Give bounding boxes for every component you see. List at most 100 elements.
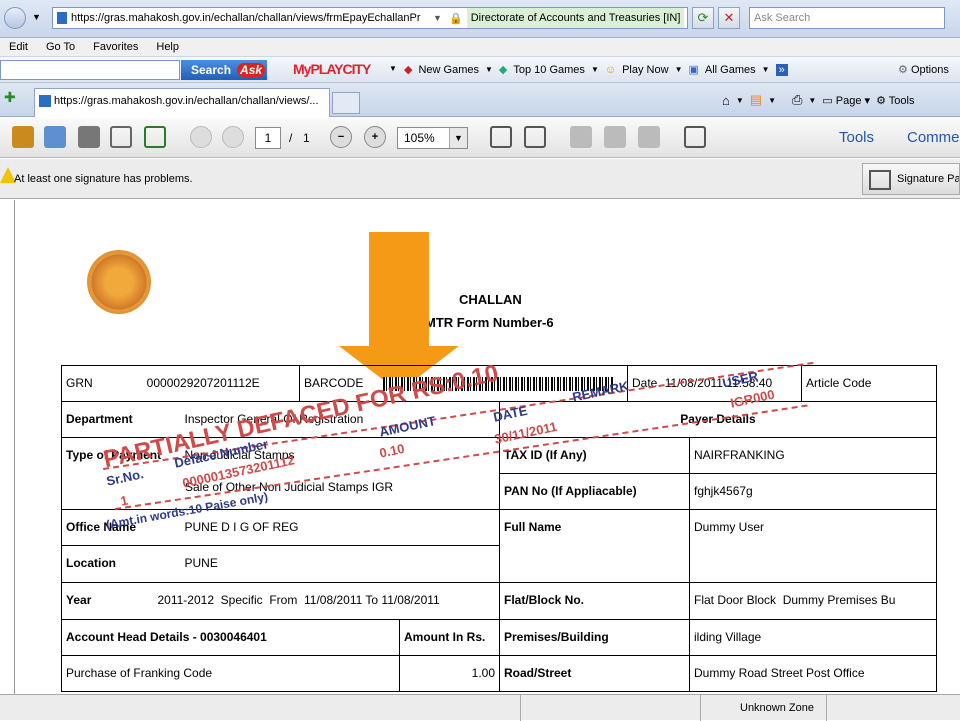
account-head-label: Account Head Details - 0030046401: [66, 630, 267, 644]
flat-label: Flat/Block No.: [504, 593, 585, 607]
full-name-value: Dummy User: [694, 520, 765, 534]
print-pdf-icon[interactable]: [78, 126, 100, 148]
logo-dropdown-icon[interactable]: ▼: [389, 64, 397, 73]
tax-id-label: TAX ID (If Any): [504, 448, 587, 462]
tools-pane-button[interactable]: Tools: [839, 129, 874, 146]
pdf-page: CHALLAN MTR Form Number-6 GRN 00000292072…: [14, 200, 960, 694]
refresh-icon[interactable]: ⟳: [692, 7, 714, 29]
location-value: PUNE: [184, 556, 218, 570]
menu-bar: Edit Go To Favorites Help: [0, 38, 960, 57]
ask-logo: Ask: [237, 63, 266, 77]
security-zone: Unknown Zone: [740, 702, 814, 714]
fit-width-icon[interactable]: [524, 126, 546, 148]
full-name-label: Full Name: [504, 520, 562, 534]
zoom-dropdown-icon[interactable]: ▼: [449, 128, 467, 148]
search-input[interactable]: Ask Search: [749, 7, 945, 29]
signature-panel-button[interactable]: Signature Pa: [862, 163, 960, 195]
purchase-amount: 1.00: [471, 666, 495, 680]
next-page-icon[interactable]: [222, 126, 244, 148]
comment-icon[interactable]: [570, 126, 592, 148]
arrow-shaft: [369, 232, 429, 350]
premises-label: Premises/Building: [504, 630, 609, 644]
department-label: Department: [66, 412, 133, 426]
signature-pen-icon: [869, 170, 891, 190]
tools-menu-label: Tools: [888, 94, 915, 107]
zoom-out-icon[interactable]: −: [330, 126, 352, 148]
premises-value: ilding Village: [694, 630, 762, 644]
myplaycity-logo[interactable]: MyPLAYCITY: [293, 61, 371, 77]
page-menu-label: Page: [835, 94, 862, 107]
zoom-in-icon[interactable]: +: [364, 126, 386, 148]
maharashtra-emblem: [87, 250, 151, 314]
play-now-icon: ☺: [604, 63, 617, 76]
stop-icon[interactable]: ✕: [718, 7, 740, 29]
search-placeholder: Ask Search: [754, 12, 811, 24]
top10-icon: ◆: [498, 64, 508, 76]
menu-goto[interactable]: Go To: [37, 41, 84, 53]
attach-icon[interactable]: [638, 126, 660, 148]
status-divider-1: [520, 695, 521, 721]
comment-pane-button[interactable]: Comme: [907, 129, 960, 146]
print-icon[interactable]: ⎙: [792, 92, 802, 108]
url-dropdown-icon[interactable]: ▼: [433, 13, 445, 23]
site-identity[interactable]: Directorate of Accounts and Treasuries […: [466, 8, 685, 28]
all-games-link[interactable]: All Games: [705, 64, 756, 76]
page-total: 1: [303, 131, 310, 145]
zoom-value: 105%: [404, 131, 435, 145]
pan-label: PAN No (If Appliacable): [504, 484, 637, 498]
ask-search-input[interactable]: [0, 60, 180, 80]
tab-active[interactable]: https://gras.mahakosh.gov.in/echallan/ch…: [34, 88, 330, 117]
signature-bar: At least one signature has problems. Sig…: [0, 159, 960, 199]
sign-icon[interactable]: [144, 126, 166, 148]
zoom-select[interactable]: 105% ▼: [397, 127, 468, 149]
fit-page-icon[interactable]: [490, 126, 512, 148]
page-separator: /: [289, 131, 293, 145]
new-games-link[interactable]: New Games: [418, 64, 479, 76]
play-now-link[interactable]: Play Now: [622, 64, 668, 76]
back-button[interactable]: [4, 7, 26, 29]
road-label: Road/Street: [504, 666, 572, 680]
prev-page-icon[interactable]: [190, 126, 212, 148]
amount-label: Amount In Rs.: [404, 630, 486, 644]
create-icon[interactable]: [12, 126, 34, 148]
more-chevron-icon[interactable]: »: [775, 63, 788, 76]
expand-icon[interactable]: [684, 126, 706, 148]
form-number: MTR Form Number-6: [425, 315, 554, 330]
status-divider-3: [826, 695, 827, 721]
challan-title: CHALLAN: [459, 292, 522, 307]
menu-edit[interactable]: Edit: [0, 41, 37, 53]
office-name-value: PUNE D I G OF REG: [184, 520, 299, 534]
options-button[interactable]: ⚙ Options: [898, 63, 949, 76]
highlight-icon[interactable]: [604, 126, 626, 148]
home-icon[interactable]: ⌂: [722, 93, 730, 108]
ask-toolbar: Search Ask MyPLAYCITY ▼ ◆ New Games ▼ ◆ Top …: [0, 57, 960, 83]
address-bar-area: ▼ https://gras.mahakosh.gov.in/echallan/…: [0, 0, 960, 38]
road-value: Dummy Road Street Post Office: [694, 666, 865, 680]
barcode-label: BARCODE: [304, 376, 364, 390]
new-tab-button[interactable]: [332, 92, 360, 114]
favorites-star-icon[interactable]: ✚: [4, 89, 16, 106]
feeds-icon[interactable]: ▤: [750, 92, 762, 108]
email-icon[interactable]: [110, 126, 132, 148]
options-label: Options: [910, 64, 949, 76]
page-number-input[interactable]: 1: [255, 127, 281, 149]
tab-row: ✚ https://gras.mahakosh.gov.in/echallan/…: [0, 83, 960, 117]
nav-dropdown-icon[interactable]: ▼: [32, 12, 41, 22]
tab-page-icon: [39, 95, 51, 108]
save-icon[interactable]: [44, 126, 66, 148]
signature-message: At least one signature has problems.: [14, 173, 193, 185]
tools-menu[interactable]: ⚙ Tools: [876, 94, 914, 107]
page-menu[interactable]: ▭ Page ▾: [822, 94, 870, 107]
year-value: 2011-2012 Specific From 11/08/2011 To 11…: [157, 593, 440, 607]
url-field[interactable]: https://gras.mahakosh.gov.in/echallan/ch…: [52, 7, 688, 29]
status-bar: Unknown Zone: [0, 694, 960, 721]
location-label: Location: [66, 556, 116, 570]
ask-search-label: Search: [191, 63, 232, 77]
toolbar-links: ◆ New Games ▼ ◆ Top 10 Games ▼ ☺ Play Now ▼ ▣ A…: [404, 63, 788, 76]
top10-link[interactable]: Top 10 Games: [513, 64, 585, 76]
grn-value: 0000029207201112E: [146, 376, 260, 390]
ask-search-button[interactable]: Search Ask: [181, 60, 267, 80]
menu-favorites[interactable]: Favorites: [84, 41, 147, 53]
tab-title: https://gras.mahakosh.gov.in/echallan/ch…: [54, 95, 319, 107]
menu-help[interactable]: Help: [147, 41, 188, 53]
